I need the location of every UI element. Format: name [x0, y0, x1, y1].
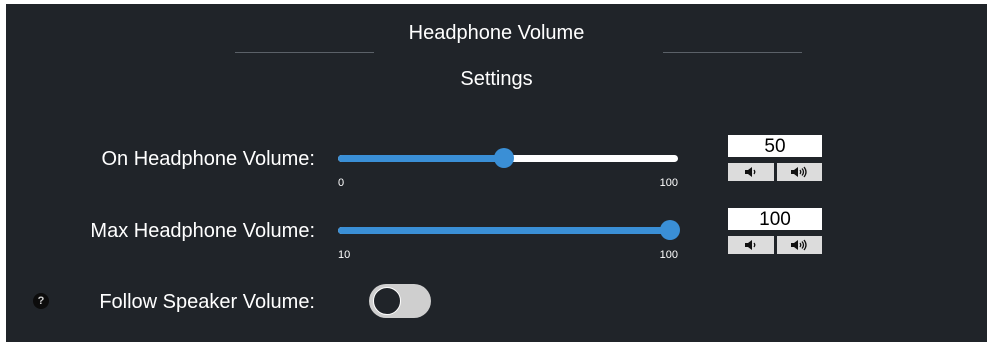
volume-up-icon — [791, 166, 807, 178]
slider-max-label: 100 — [659, 177, 678, 189]
follow-speaker-volume-toggle[interactable] — [369, 284, 431, 318]
slider-max-label: 100 — [659, 249, 678, 261]
headphone-settings-panel: Headphone Volume Settings On Headphone V… — [6, 4, 987, 342]
slider-thumb[interactable] — [660, 220, 680, 240]
max-headphone-volume-slider[interactable]: 10 100 — [338, 215, 680, 261]
toggle-knob[interactable] — [373, 287, 401, 315]
max-headphone-volume-value: 100 — [728, 208, 822, 230]
volume-down-button[interactable] — [728, 163, 774, 181]
follow-speaker-volume-label: Follow Speaker Volume: — [99, 291, 315, 313]
on-headphone-volume-label: On Headphone Volume: — [101, 148, 316, 170]
volume-down-icon — [744, 167, 756, 177]
slider-min-label: 0 — [338, 177, 345, 189]
max-headphone-volume-buttons — [728, 236, 822, 254]
on-headphone-volume-buttons — [728, 163, 822, 181]
slider-fill — [338, 227, 670, 234]
on-headphone-volume-slider[interactable]: 0 100 — [338, 143, 678, 189]
volume-down-icon — [744, 240, 756, 250]
slider-min-label: 10 — [338, 249, 351, 261]
on-headphone-volume-value: 50 — [728, 135, 822, 157]
help-icon[interactable]: ? — [33, 293, 49, 309]
title-divider-right — [663, 52, 802, 53]
slider-fill — [338, 155, 504, 162]
volume-up-button[interactable] — [776, 163, 822, 181]
volume-up-button[interactable] — [776, 236, 822, 254]
slider-thumb[interactable] — [494, 148, 514, 168]
volume-up-icon — [791, 239, 807, 251]
page-title: Headphone Volume — [408, 22, 585, 44]
max-headphone-volume-label: Max Headphone Volume: — [90, 220, 315, 242]
volume-down-button[interactable] — [728, 236, 774, 254]
page-subtitle: Settings — [460, 68, 533, 90]
title-divider-left — [235, 52, 374, 53]
